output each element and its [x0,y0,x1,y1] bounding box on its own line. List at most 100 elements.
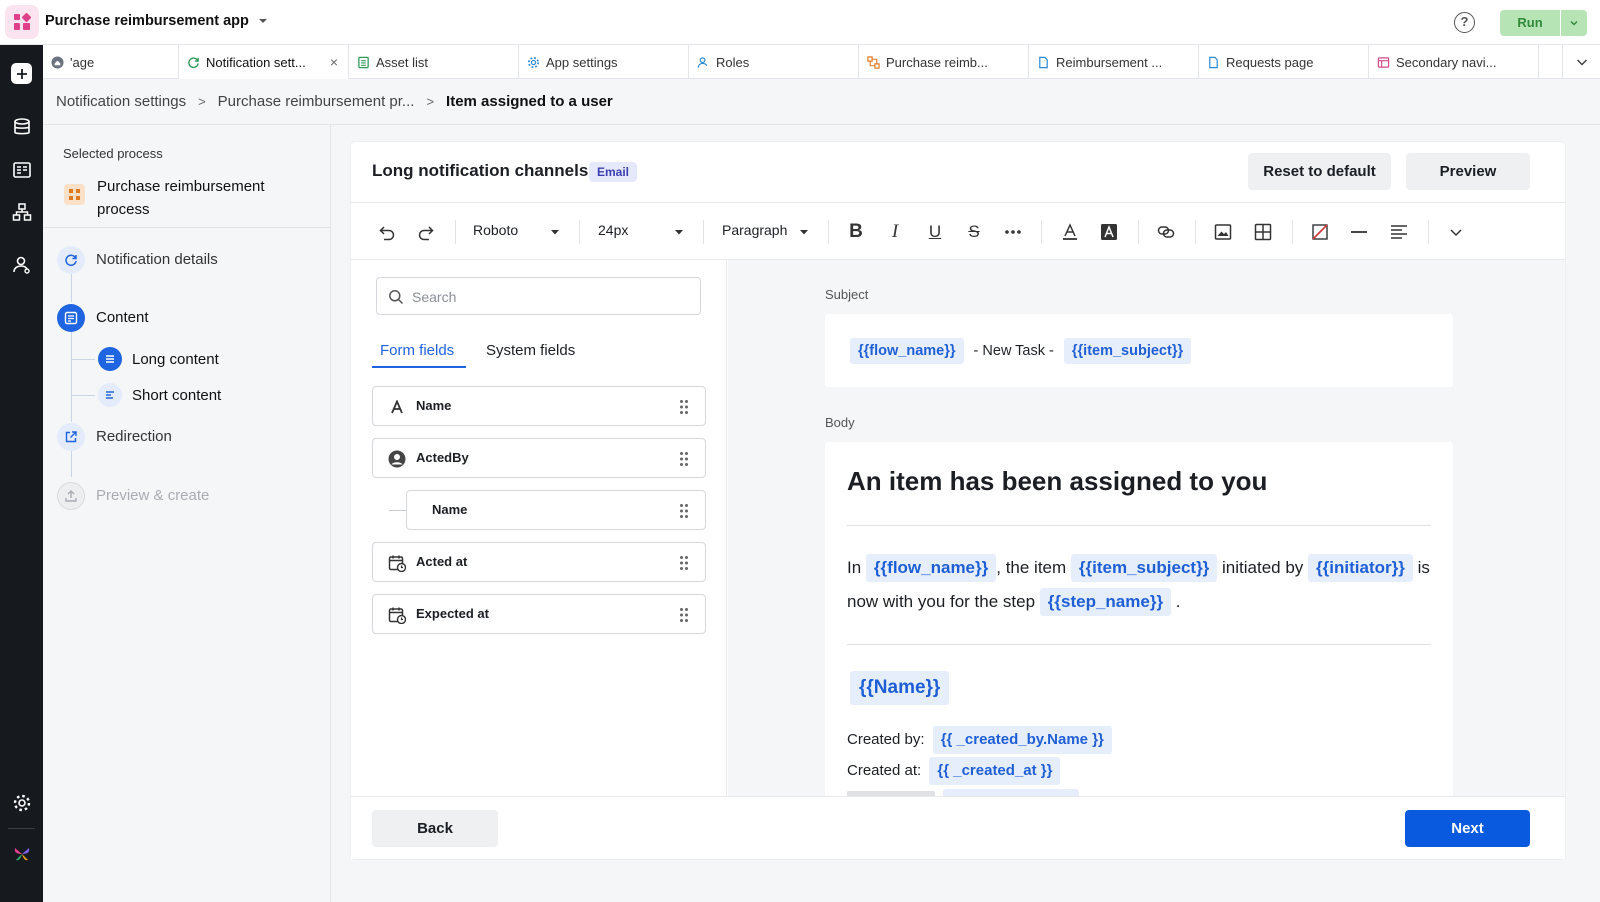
toolbar-expand-chevron-icon[interactable] [1446,222,1466,242]
breadcrumb-notification-settings[interactable]: Notification settings [56,93,186,110]
drag-handle-icon[interactable] [679,399,689,415]
datetime-type-icon [388,554,406,572]
font-size-dropdown-icon[interactable] [669,222,689,242]
database-icon[interactable] [10,115,33,138]
token-initiator[interactable]: {{initiator}} [1308,554,1413,582]
app-title[interactable]: Purchase reimbursement app [45,13,249,29]
drag-handle-icon[interactable] [679,503,689,519]
field-label: Expected at [416,606,489,621]
tab-purchase-reimb[interactable]: Purchase reimb... [859,45,1029,79]
field-item-name[interactable]: Name [372,386,706,426]
tab-roles[interactable]: Roles [689,45,859,79]
clipped-row-token [943,789,1079,796]
help-icon[interactable]: ? [1454,12,1475,33]
align-left-icon[interactable] [1389,222,1409,242]
user-type-icon [388,450,406,468]
fields-panel: Search Form fields System fields Name Ac… [351,260,727,796]
drag-handle-icon[interactable] [679,451,689,467]
page-icon [1209,56,1218,68]
token-item-subject[interactable]: {{item_subject}} [1070,554,1218,582]
body-text: . [1175,592,1181,611]
workflow-icon[interactable] [10,200,33,223]
token-flow-name[interactable]: {{flow_name}} [865,554,997,582]
tab-reimbursement[interactable]: Reimbursement ... [1029,45,1199,79]
font-family-dropdown-icon[interactable] [545,222,565,242]
step-connector [71,359,95,360]
page-icon [1039,56,1048,68]
table-icon[interactable] [1253,222,1273,242]
user-icon [697,56,708,68]
tab-form-fields[interactable]: Form fields [380,342,454,359]
more-options-icon[interactable] [1003,222,1023,242]
step-long-content[interactable]: Long content [132,351,219,368]
field-item-actedby[interactable]: ActedBy [372,438,706,478]
field-item-acted-at[interactable]: Acted at [372,542,706,582]
back-button[interactable]: Back [372,810,498,847]
tab-asset-list[interactable]: Asset list [349,45,519,79]
step-notification-details[interactable]: Notification details [96,251,218,268]
tab-requests-page[interactable]: Requests page [1199,45,1369,79]
settings-gear-icon[interactable] [10,791,33,814]
preview-button[interactable]: Preview [1406,153,1530,190]
step-short-content[interactable]: Short content [132,387,221,404]
token-created-at[interactable]: {{ _created_at }} [929,757,1061,785]
field-item-expected-at[interactable]: Expected at [372,594,706,634]
text-color-icon[interactable] [1060,222,1080,242]
tab-app-settings[interactable]: App settings [519,45,689,79]
token-created-by[interactable]: {{ _created_by.Name }} [932,726,1112,754]
close-tab-icon[interactable]: × [330,54,338,70]
subject-text: - New Task - [973,343,1054,359]
bold-icon[interactable]: B [846,221,866,242]
clear-formatting-icon[interactable] [1310,222,1330,242]
tab-page[interactable]: 'age [43,45,179,79]
subject-field[interactable]: {{flow_name}} - New Task - {{item_subjec… [825,314,1453,387]
block-format-select[interactable]: Paragraph [722,222,787,238]
link-icon[interactable] [1156,222,1176,242]
token-step-name[interactable]: {{step_name}} [1039,588,1172,616]
font-family-select[interactable]: Roboto [473,222,518,238]
breadcrumb-separator: > [198,94,206,109]
tab-system-fields[interactable]: System fields [486,342,575,359]
body-label: Body [825,415,855,430]
underline-icon[interactable]: U [925,222,945,242]
font-size-select[interactable]: 24px [598,222,628,238]
next-button[interactable]: Next [1405,810,1530,847]
rail-divider [8,828,35,829]
tab-notification-settings[interactable]: Notification sett... × [179,45,349,79]
drag-handle-icon[interactable] [679,555,689,571]
search-input[interactable]: Search [376,277,701,315]
strikethrough-icon[interactable]: S [964,222,984,242]
process-icon [64,184,85,205]
step-redirection[interactable]: Redirection [96,428,172,445]
step-content[interactable]: Content [96,309,149,326]
short-content-icon [98,383,122,407]
token-name[interactable]: {{Name}} [850,671,950,705]
main-card: Long notification channels Email Reset t… [351,142,1565,859]
horizontal-rule-icon[interactable] [1349,222,1369,242]
created-by-label: Created by: [847,731,925,748]
image-icon[interactable] [1213,222,1233,242]
app-menu-caret-icon[interactable] [258,16,268,26]
tabs-overflow-chevron-icon[interactable] [1562,45,1600,79]
italic-icon[interactable]: I [885,221,905,242]
tab-secondary-navigation[interactable]: Secondary navi... [1369,45,1539,79]
app-logo-icon[interactable] [5,5,39,39]
breadcrumb-purchase-process[interactable]: Purchase reimbursement pr... [218,93,415,110]
undo-icon[interactable] [377,222,397,242]
block-format-dropdown-icon[interactable] [794,222,814,242]
highlight-color-icon[interactable] [1099,222,1119,242]
users-icon[interactable] [10,253,33,276]
run-button[interactable]: Run [1500,10,1560,36]
forms-icon[interactable] [10,158,33,181]
body-field[interactable]: An item has been assigned to you In {{fl… [825,442,1453,796]
reset-to-default-button[interactable]: Reset to default [1248,153,1391,190]
tab-label: Requests page [1226,54,1314,70]
redo-icon[interactable] [416,222,436,242]
run-options-chevron-icon[interactable] [1561,10,1587,36]
token-item-subject[interactable]: {{item_subject}} [1063,338,1192,364]
add-icon[interactable] [11,63,32,84]
drag-handle-icon[interactable] [679,607,689,623]
token-flow-name[interactable]: {{flow_name}} [850,338,964,364]
tab-label: 'age [70,54,95,70]
field-item-actedby-name[interactable]: Name [406,490,706,530]
